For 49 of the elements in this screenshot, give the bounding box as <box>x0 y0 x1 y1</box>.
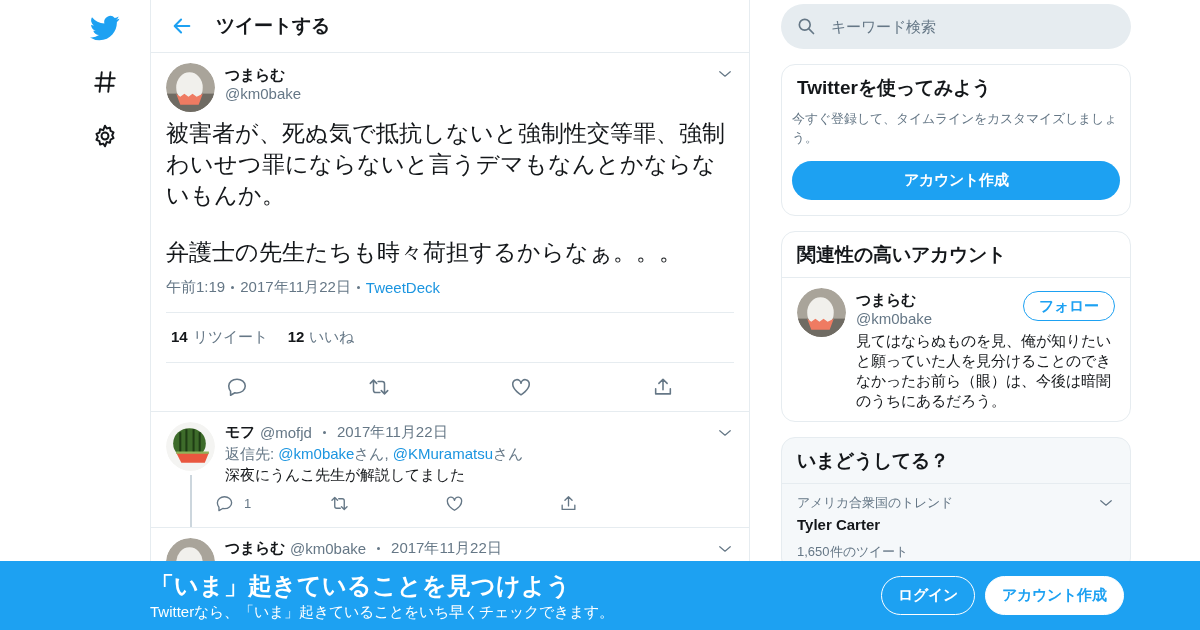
tweet-text: 被害者が、死ぬ気で抵抗しないと強制性交等罪、強制わいせつ罪にならないと言うデマもなんとかならないもんか。 <box>166 119 726 210</box>
user-name[interactable]: つまらむ <box>225 538 285 558</box>
signup-button[interactable]: アカウント作成 <box>985 576 1124 615</box>
tweet-time[interactable]: 午前1:19 <box>166 278 226 297</box>
source-link[interactable]: TweetDeck <box>365 279 441 296</box>
user-name[interactable]: つまらむ <box>225 66 706 85</box>
like-icon[interactable] <box>444 493 464 513</box>
like-icon[interactable] <box>510 376 532 398</box>
trend-name[interactable]: Tyler Carter <box>797 516 1115 533</box>
mention-link[interactable]: @km0bake <box>278 445 355 462</box>
user-name[interactable]: つまらむ <box>856 291 1023 310</box>
trend-context: アメリカ合衆国のトレンド <box>797 494 953 512</box>
reply-icon[interactable] <box>226 376 248 398</box>
mention-link[interactable]: @KMuramatsu <box>392 445 494 462</box>
user-bio: 見てはならぬものを見、俺が知りたいと願っていた人を見分けることのできなかったお前ら（眼）は、今後は暗闇のうちにあるだろう。 <box>856 331 1112 411</box>
reply-date[interactable]: 2017年11月22日 <box>336 422 448 442</box>
stat-count[interactable]: 12 <box>287 328 305 345</box>
reply-text: 深夜にうんこ先生が解説してました <box>225 466 466 485</box>
bird-logo-icon[interactable] <box>90 13 120 43</box>
reply-to-text: 返信先: @km0bakeさん, @KMuramatsuさん <box>225 445 525 464</box>
share-icon[interactable] <box>652 376 674 398</box>
stat-count[interactable]: 14 <box>171 328 188 345</box>
card-title: 関連性の高いアカウント <box>782 232 1130 278</box>
tweet-date: 2017年11月22日 <box>240 278 351 297</box>
page-title: ツイートする <box>216 14 330 38</box>
user-handle[interactable]: @km0bake <box>290 539 367 557</box>
card-text: 今すぐ登録して、タイムラインをカスタマイズしましょう。 <box>791 110 1118 147</box>
stat-label[interactable]: いいね <box>309 328 355 345</box>
reply-count: 1 <box>244 495 252 511</box>
tweet-text: 弁護士の先生たちも時々荷担するからなぁ。。。 <box>166 238 683 267</box>
hashtag-icon[interactable] <box>92 69 118 95</box>
user-name[interactable]: モフ <box>225 422 255 442</box>
share-icon[interactable] <box>559 493 579 513</box>
card-title: いまどうしてる？ <box>782 438 1130 484</box>
signup-button[interactable]: アカウント作成 <box>792 161 1120 200</box>
search-icon <box>796 16 816 36</box>
banner-title: 「いま」起きていることを見つけよう <box>150 570 572 601</box>
card-title: Twitterを使ってみよう <box>796 76 992 100</box>
stat-label[interactable]: リツイート <box>192 328 268 345</box>
user-handle[interactable]: @mofjd <box>260 423 312 441</box>
banner-text: Twitterなら、「いま」起きていることをいち早くチェックできます。 <box>150 602 616 622</box>
reply-icon[interactable] <box>215 493 234 513</box>
user-handle[interactable]: @km0bake <box>856 310 1023 327</box>
retweet-icon[interactable] <box>368 376 390 398</box>
user-handle[interactable]: @km0bake <box>225 85 706 102</box>
follow-button[interactable]: フォロー <box>1023 291 1115 321</box>
trend-count: 1,650件のツイート <box>797 543 909 561</box>
reply-date[interactable]: 2017年11月22日 <box>391 538 502 558</box>
search-field[interactable]: キーワード検索 <box>781 4 1131 49</box>
